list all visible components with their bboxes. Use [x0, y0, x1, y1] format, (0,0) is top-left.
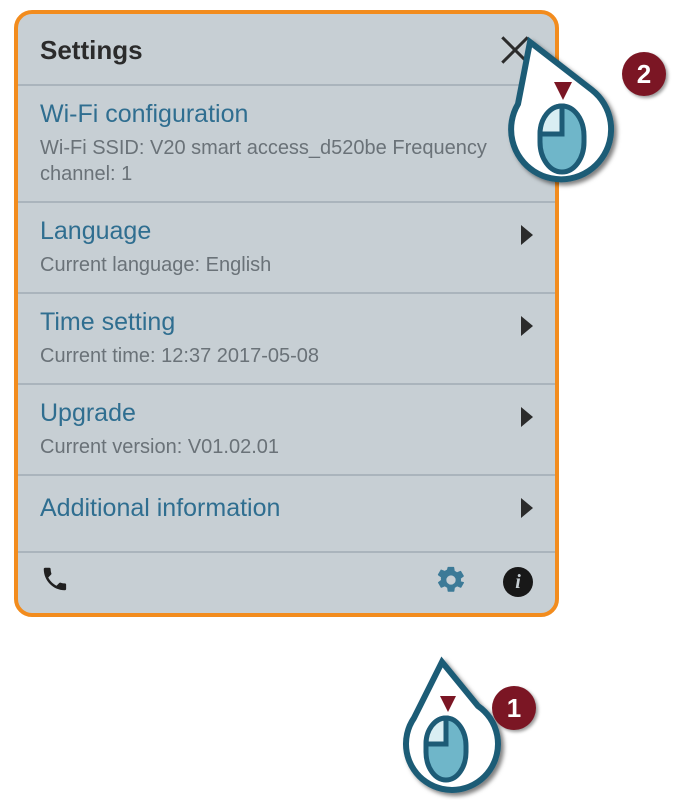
step-badge: 2: [622, 52, 666, 96]
bottom-toolbar: i: [18, 553, 555, 613]
item-subtitle: Current language: English: [40, 252, 533, 278]
settings-header: Settings: [18, 14, 555, 86]
chevron-right-icon: [521, 108, 533, 128]
chevron-right-icon: [521, 498, 533, 518]
settings-item-time[interactable]: Time setting Current time: 12:37 2017-05…: [18, 294, 555, 385]
settings-item-wifi[interactable]: Wi-Fi configuration Wi-Fi SSID: V20 smar…: [18, 86, 555, 203]
settings-item-upgrade[interactable]: Upgrade Current version: V01.02.01: [18, 385, 555, 476]
callout-step-1: 1: [390, 640, 550, 800]
chevron-right-icon: [521, 316, 533, 336]
close-icon[interactable]: [497, 32, 533, 68]
settings-panel: Settings Wi-Fi configuration Wi-Fi SSID:…: [14, 10, 559, 617]
chevron-right-icon: [521, 407, 533, 427]
info-icon[interactable]: i: [503, 567, 533, 597]
item-subtitle: Current time: 12:37 2017-05-08: [40, 343, 533, 369]
item-title: Upgrade: [40, 399, 533, 428]
gear-icon[interactable]: [435, 564, 467, 601]
phone-icon[interactable]: [40, 569, 70, 600]
item-subtitle: Wi-Fi SSID: V20 smart access_d520be Freq…: [40, 135, 533, 187]
chevron-right-icon: [521, 225, 533, 245]
step-badge: 1: [492, 686, 536, 730]
item-title: Language: [40, 217, 533, 246]
settings-item-additional[interactable]: Additional information: [18, 476, 555, 553]
page-title: Settings: [40, 35, 143, 66]
item-subtitle: Current version: V01.02.01: [40, 434, 533, 460]
settings-item-language[interactable]: Language Current language: English: [18, 203, 555, 294]
item-title: Time setting: [40, 308, 533, 337]
item-title: Additional information: [40, 494, 533, 523]
item-title: Wi-Fi configuration: [40, 100, 533, 129]
